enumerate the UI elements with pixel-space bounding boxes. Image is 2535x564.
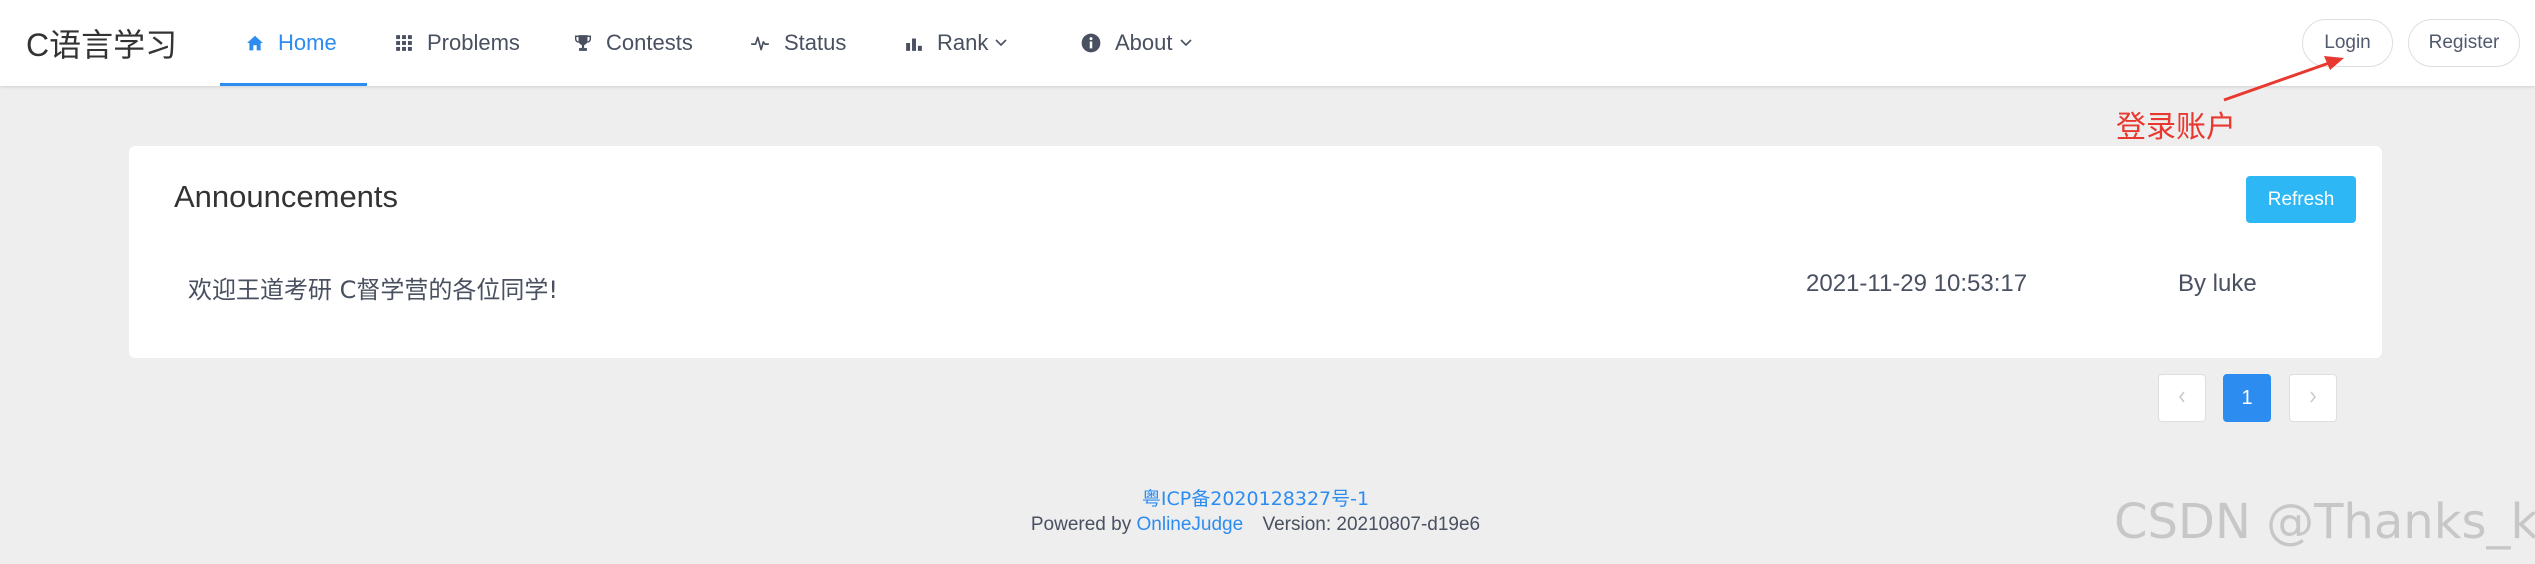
version-label: Version: 20210807-d19e6	[1262, 514, 1481, 535]
grid-icon	[395, 34, 413, 52]
nav-contests-label: Contests	[606, 30, 693, 55]
announcement-date: 2021-11-29 10:53:17	[1806, 270, 2028, 297]
nav-status[interactable]: Status	[750, 0, 846, 86]
announcements-panel: Announcements Refresh 欢迎王道考研 C督学营的各位同学! …	[129, 146, 2382, 358]
nav-problems[interactable]: Problems	[395, 0, 520, 86]
register-button[interactable]: Register	[2408, 19, 2520, 67]
annotation-label: 登录账户	[2116, 111, 2236, 144]
nav-rank-label: Rank	[937, 30, 989, 55]
nav-about-label: About	[1115, 30, 1173, 55]
announcement-author: By luke	[2178, 270, 2257, 297]
nav-contests[interactable]: Contests	[574, 0, 693, 86]
announcements-title: Announcements	[174, 179, 399, 214]
annotation-arrow-icon	[2223, 56, 2344, 102]
site-logo[interactable]: C语言学习	[26, 20, 177, 66]
nav-home[interactable]: Home	[220, 0, 367, 86]
nav-about[interactable]: About	[1081, 0, 1193, 86]
chevron-down-icon	[994, 38, 1008, 48]
trophy-icon	[574, 34, 592, 52]
top-nav-bar: C语言学习 Home Problems Contests Status Rank…	[0, 0, 2535, 86]
prev-page-button[interactable]	[2158, 374, 2206, 422]
page-number-button[interactable]: 1	[2223, 374, 2271, 422]
powered-by-label: Powered by	[1030, 514, 1132, 535]
info-icon	[1081, 33, 1101, 53]
chevron-left-icon	[2177, 387, 2187, 410]
chevron-down-icon	[1179, 38, 1193, 48]
chevron-right-icon	[2308, 387, 2318, 410]
nav-rank[interactable]: Rank	[905, 0, 1008, 86]
next-page-button[interactable]	[2289, 374, 2337, 422]
nav-home-label: Home	[278, 30, 337, 55]
nav-status-label: Status	[784, 30, 847, 55]
pulse-icon	[750, 34, 770, 52]
page: C语言学习 Home Problems Contests Status Rank…	[0, 0, 2535, 564]
nav-problems-label: Problems	[427, 30, 520, 55]
announcement-row[interactable]: 欢迎王道考研 C督学营的各位同学! 2021-11-29 10:53:17 By…	[129, 256, 2382, 312]
refresh-button[interactable]: Refresh	[2246, 176, 2356, 223]
onlinejudge-link[interactable]: OnlineJudge	[1137, 514, 1244, 535]
watermark: CSDN @Thanks_ks	[2114, 494, 2535, 550]
announcement-title[interactable]: 欢迎王道考研 C督学营的各位同学!	[188, 270, 558, 305]
bar-chart-icon	[905, 34, 923, 52]
home-icon	[246, 34, 264, 52]
